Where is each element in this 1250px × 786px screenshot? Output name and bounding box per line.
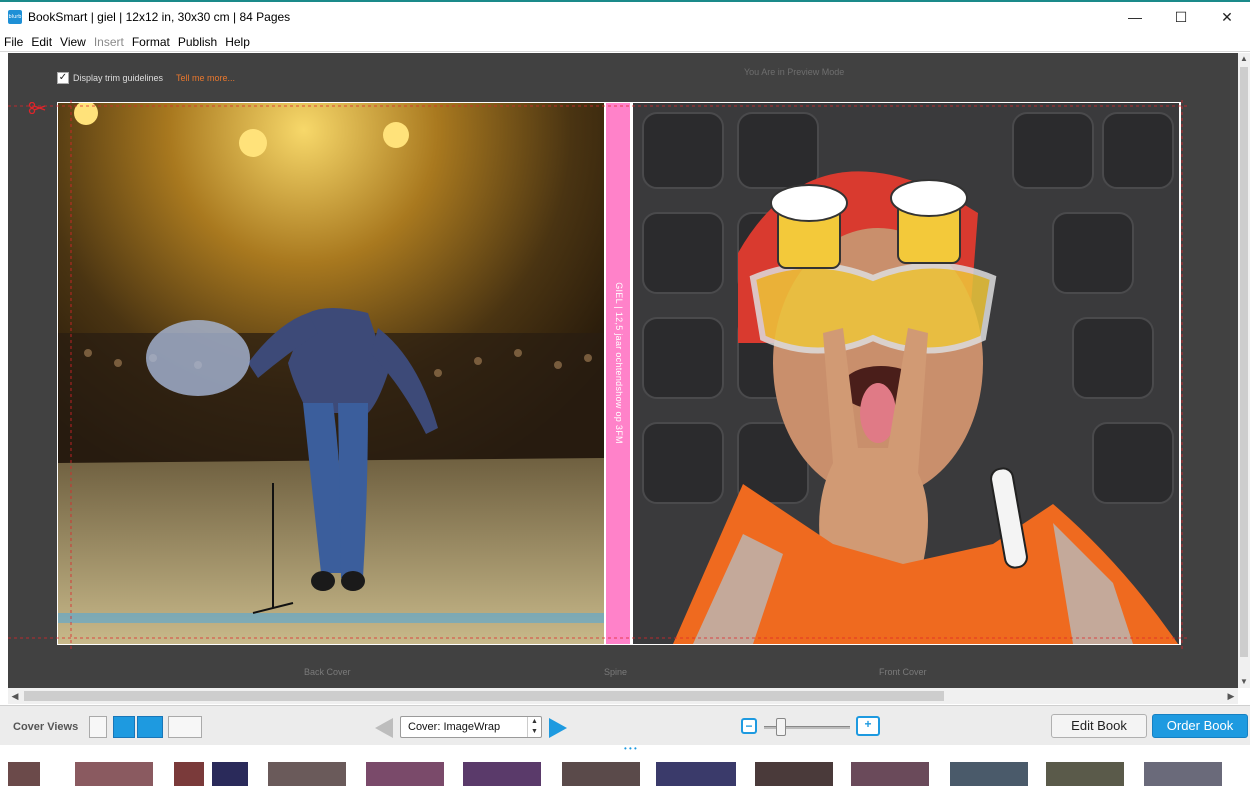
page-thumbnail[interactable] [755, 762, 833, 786]
window-controls: — ☐ ✕ [1112, 2, 1250, 32]
trim-guidelines-label: Display trim guidelines [73, 73, 164, 83]
menu-insert: Insert [93, 34, 124, 49]
maximize-button[interactable]: ☐ [1158, 2, 1204, 32]
scroll-right-icon[interactable]: ▶ [1224, 688, 1238, 704]
page-thumbnail[interactable] [268, 762, 346, 786]
select-arrows-icon: ▲ ▼ [527, 717, 541, 737]
page-thumbnail[interactable] [8, 762, 40, 786]
menu-help[interactable]: Help [221, 35, 254, 49]
spread-view-icon[interactable] [113, 716, 135, 738]
vertical-scroll-thumb[interactable] [1240, 67, 1248, 657]
menu-edit[interactable]: Edit [27, 35, 56, 49]
menu-view[interactable]: View [56, 35, 90, 49]
menu-bar: File Edit View Insert Format Publish Hel… [0, 32, 1250, 52]
back-cover-label: Back Cover [304, 667, 351, 677]
full-spread-view-icon[interactable] [137, 716, 163, 738]
menu-file[interactable]: File [0, 35, 27, 49]
scroll-down-icon[interactable]: ▼ [1238, 676, 1250, 688]
cover-views-label: Cover Views [13, 721, 79, 733]
trim-guidelines [8, 100, 1188, 652]
cover-spread: GIEL | 12,5 jaar ochtendshow op 3FM [8, 100, 1188, 652]
tell-me-more-link[interactable]: Tell me more... [176, 73, 235, 83]
scroll-left-icon[interactable]: ◀ [8, 688, 22, 704]
grid-view-icon[interactable] [168, 716, 202, 738]
vertical-scrollbar[interactable]: ▲ ▼ [1238, 53, 1250, 688]
window-title: BookSmart | giel | 12x12 in, 30x30 cm | … [28, 10, 291, 24]
scroll-up-icon[interactable]: ▲ [1238, 53, 1250, 65]
page-thumbnail-strip [0, 752, 1250, 786]
close-button[interactable]: ✕ [1204, 2, 1250, 32]
page-thumbnail[interactable] [75, 762, 153, 786]
preview-mode-text: You Are in Preview Mode [744, 67, 845, 77]
menu-format[interactable]: Format [128, 35, 174, 49]
edit-book-button[interactable]: Edit Book [1051, 714, 1147, 738]
canvas-area: ✓ Display trim guidelines Tell me more..… [0, 53, 1250, 688]
zoom-slider-thumb[interactable] [775, 718, 786, 736]
page-thumbnail[interactable] [562, 762, 640, 786]
app-logo-icon: blurb [8, 10, 22, 24]
cover-type-value: Cover: ImageWrap [408, 721, 501, 733]
preview-canvas: ✓ Display trim guidelines Tell me more..… [8, 53, 1238, 688]
zoom-out-icon[interactable]: − [741, 718, 757, 734]
front-cover-label: Front Cover [879, 667, 927, 677]
page-thumbnail[interactable] [656, 762, 736, 786]
page-thumbnail[interactable] [1046, 762, 1124, 786]
page-thumbnail[interactable] [463, 762, 541, 786]
page-thumbnail[interactable] [1144, 762, 1222, 786]
spine-label: Spine [604, 667, 628, 677]
previous-page-icon[interactable] [375, 718, 393, 738]
page-thumbnail[interactable] [851, 762, 929, 786]
title-bar: blurb BookSmart | giel | 12x12 in, 30x30… [0, 0, 1250, 32]
page-thumbnail[interactable] [174, 762, 204, 786]
trim-guidelines-toggle: ✓ Display trim guidelines Tell me more..… [57, 72, 235, 84]
single-page-view-icon[interactable] [89, 716, 107, 738]
cover-type-select[interactable]: Cover: ImageWrap ▲ ▼ [400, 716, 542, 738]
menu-publish[interactable]: Publish [174, 35, 221, 49]
page-thumbnail[interactable] [366, 762, 444, 786]
zoom-in-icon[interactable]: + [856, 716, 880, 736]
horizontal-scrollbar[interactable]: ◀ ▶ [8, 688, 1238, 704]
horizontal-scroll-thumb[interactable] [24, 691, 944, 701]
minimize-button[interactable]: — [1112, 2, 1158, 32]
page-thumbnail[interactable] [212, 762, 248, 786]
order-book-button[interactable]: Order Book [1152, 714, 1248, 738]
bottom-toolbar: Cover Views Cover: ImageWrap ▲ ▼ − + Edit… [0, 705, 1250, 745]
page-thumbnail[interactable] [950, 762, 1028, 786]
next-page-icon[interactable] [549, 718, 567, 738]
trim-guidelines-checkbox[interactable]: ✓ [57, 72, 69, 84]
